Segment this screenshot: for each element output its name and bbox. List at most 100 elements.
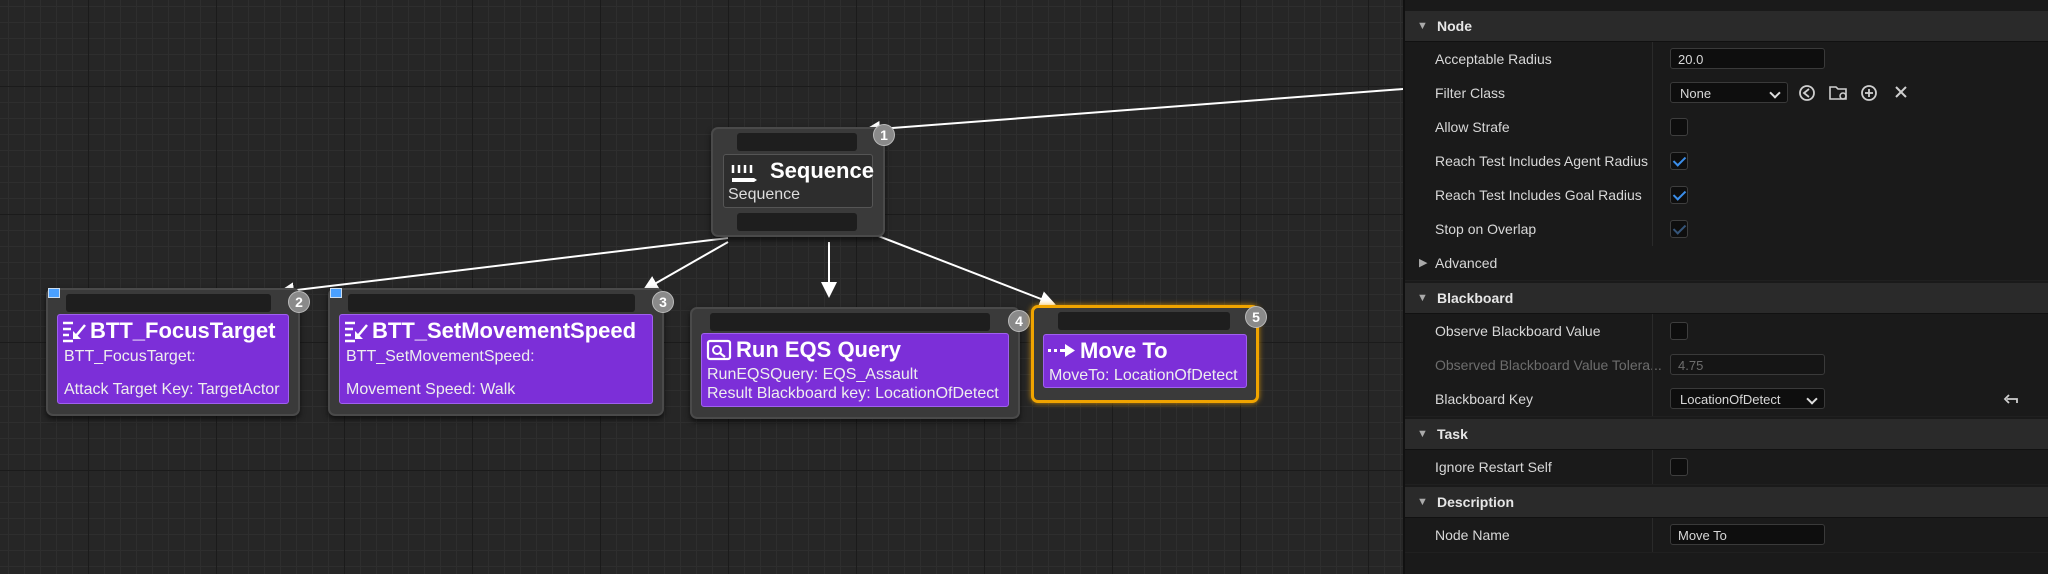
execution-index-badge: 5 (1245, 306, 1267, 328)
ignore-restart-self-checkbox[interactable] (1670, 458, 1688, 476)
decorator-icon (48, 288, 60, 298)
property-label: Node Name (1435, 527, 1510, 543)
section-header-node[interactable]: ▼ Node (1405, 11, 2048, 42)
node-name-input[interactable]: Move To (1670, 524, 1825, 545)
blackboard-key-value: LocationOfDetect (1680, 392, 1781, 407)
set-movement-speed-title: BTT_SetMovementSpeed (372, 318, 637, 343)
row-reach-goal-radius: Reach Test Includes Goal Radius (1405, 178, 2048, 213)
property-label: Ignore Restart Self (1435, 459, 1552, 475)
set-movement-speed-node[interactable]: BTT_SetMovementSpeed BTT_SetMovementSpee… (328, 288, 674, 416)
wire-to-speed (642, 241, 729, 291)
move-to-line1: MoveTo: LocationOfDetect (1049, 367, 1238, 384)
reach-goal-radius-checkbox[interactable] (1670, 186, 1688, 204)
property-label: Blackboard Key (1435, 391, 1534, 407)
focus-target-input-pin[interactable] (66, 294, 271, 312)
observe-bb-value-checkbox[interactable] (1670, 322, 1688, 340)
reach-agent-radius-checkbox[interactable] (1670, 152, 1688, 170)
sequence-icon (730, 161, 760, 188)
run-eqs-query-title: Run EQS Query (736, 337, 902, 362)
allow-strafe-checkbox[interactable] (1670, 118, 1688, 136)
set-movement-speed-line1: BTT_SetMovementSpeed: (346, 348, 535, 365)
decorator-icon (330, 288, 342, 298)
wire-to-focus (278, 237, 729, 299)
task-icon (343, 319, 369, 348)
move-to-body: Move To MoveTo: LocationOfDetect (1043, 334, 1247, 388)
sequence-body: Sequence Sequence (723, 154, 874, 208)
property-label: Stop on Overlap (1435, 221, 1537, 237)
details-panel: ▼ Node Acceptable Radius 20.0 Filter Cla… (1403, 0, 2048, 574)
run-eqs-query-body: Run EQS Query RunEQSQuery: EQS_Assault R… (701, 333, 1009, 407)
sequence-node[interactable]: Sequence Sequence 1 (711, 124, 895, 237)
section-label: Node (1437, 18, 1472, 34)
run-eqs-query-line1: RunEQSQuery: EQS_Assault (707, 366, 918, 383)
stop-on-overlap-checkbox[interactable] (1670, 220, 1688, 238)
move-to-node[interactable]: Move To MoveTo: LocationOfDetect 5 (1031, 305, 1267, 403)
chevron-down-icon (1806, 393, 1818, 405)
row-advanced[interactable]: ▶ Advanced (1405, 246, 2048, 281)
run-eqs-query-node[interactable]: Run EQS Query RunEQSQuery: EQS_Assault R… (690, 307, 1030, 419)
add-icon[interactable] (1860, 84, 1878, 102)
row-observed-bb-tolerance: Observed Blackboard Value Tolera... 4.75 (1405, 348, 2048, 383)
collapse-arrow-icon[interactable]: ▼ (1417, 11, 1428, 41)
execution-index-badge: 1 (873, 124, 895, 146)
execution-index-badge: 3 (652, 291, 674, 313)
row-allow-strafe: Allow Strafe (1405, 110, 2048, 145)
sequence-title: Sequence (770, 158, 874, 183)
focus-target-title: BTT_FocusTarget (90, 318, 276, 343)
sequence-subtitle: Sequence (728, 186, 801, 203)
move-to-icon (1047, 341, 1077, 364)
move-to-title: Move To (1080, 338, 1168, 363)
section-label: Blackboard (1437, 290, 1514, 306)
property-label: Filter Class (1435, 85, 1506, 101)
sequence-output-pin[interactable] (737, 213, 857, 231)
row-stop-on-overlap: Stop on Overlap (1405, 212, 2048, 247)
filter-class-value: None (1680, 86, 1712, 101)
row-node-name: Node Name Move To (1405, 518, 2048, 553)
task-icon (61, 319, 87, 348)
collapse-arrow-icon[interactable]: ▼ (1417, 487, 1428, 517)
clear-icon[interactable] (1892, 84, 1910, 102)
root-wire (864, 88, 1403, 137)
row-acceptable-radius: Acceptable Radius 20.0 (1405, 42, 2048, 77)
set-movement-speed-input-pin[interactable] (348, 294, 635, 312)
observed-bb-tolerance-input[interactable]: 4.75 (1670, 354, 1825, 375)
run-eqs-query-input-pin[interactable] (710, 313, 990, 331)
collapse-arrow-icon[interactable]: ▼ (1417, 419, 1428, 449)
chevron-down-icon (1769, 87, 1781, 99)
section-header-task[interactable]: ▼ Task (1405, 419, 2048, 450)
property-label: Reach Test Includes Agent Radius (1435, 153, 1648, 169)
section-header-description[interactable]: ▼ Description (1405, 487, 2048, 518)
section-header-blackboard[interactable]: ▼ Blackboard (1405, 283, 2048, 314)
run-eqs-query-line2: Result Blackboard key: LocationOfDetect (707, 385, 999, 402)
row-blackboard-key: Blackboard Key LocationOfDetect (1405, 382, 2048, 417)
property-label: Allow Strafe (1435, 119, 1510, 135)
row-observe-bb-value: Observe Blackboard Value (1405, 314, 2048, 349)
row-ignore-restart-self: Ignore Restart Self (1405, 450, 2048, 485)
property-label: Acceptable Radius (1435, 51, 1552, 67)
expand-arrow-icon[interactable]: ▶ (1419, 246, 1427, 280)
set-movement-speed-line2: Movement Speed: Walk (346, 381, 516, 398)
behavior-tree-graph[interactable]: Sequence Sequence 1 BTT_FocusTarget BTT_… (0, 0, 1403, 574)
browse-folder-icon[interactable] (1829, 84, 1847, 102)
browse-back-icon[interactable] (1798, 84, 1816, 102)
row-filter-class: Filter Class None (1405, 76, 2048, 111)
property-label: Observe Blackboard Value (1435, 323, 1601, 339)
set-movement-speed-body: BTT_SetMovementSpeed BTT_SetMovementSpee… (339, 314, 653, 404)
focus-target-line1: BTT_FocusTarget: (64, 348, 196, 365)
acceptable-radius-input[interactable]: 20.0 (1670, 48, 1825, 69)
sequence-input-pin[interactable] (737, 133, 857, 151)
focus-target-node[interactable]: BTT_FocusTarget BTT_FocusTarget: Attack … (46, 288, 310, 416)
focus-target-line2: Attack Target Key: TargetActor (64, 381, 280, 398)
advanced-label: Advanced (1435, 255, 1498, 271)
wire-to-moveto (867, 231, 1056, 307)
reset-arrow-icon[interactable] (2002, 390, 2020, 408)
row-reach-agent-radius: Reach Test Includes Agent Radius (1405, 144, 2048, 179)
move-to-input-pin[interactable] (1058, 312, 1230, 330)
property-label: Observed Blackboard Value Tolera... (1435, 357, 1662, 373)
blackboard-key-dropdown[interactable]: LocationOfDetect (1670, 388, 1825, 409)
focus-target-body: BTT_FocusTarget BTT_FocusTarget: Attack … (57, 314, 289, 404)
property-label: Reach Test Includes Goal Radius (1435, 187, 1642, 203)
execution-index-badge: 4 (1008, 310, 1030, 332)
collapse-arrow-icon[interactable]: ▼ (1417, 283, 1428, 313)
filter-class-dropdown[interactable]: None (1670, 82, 1788, 103)
